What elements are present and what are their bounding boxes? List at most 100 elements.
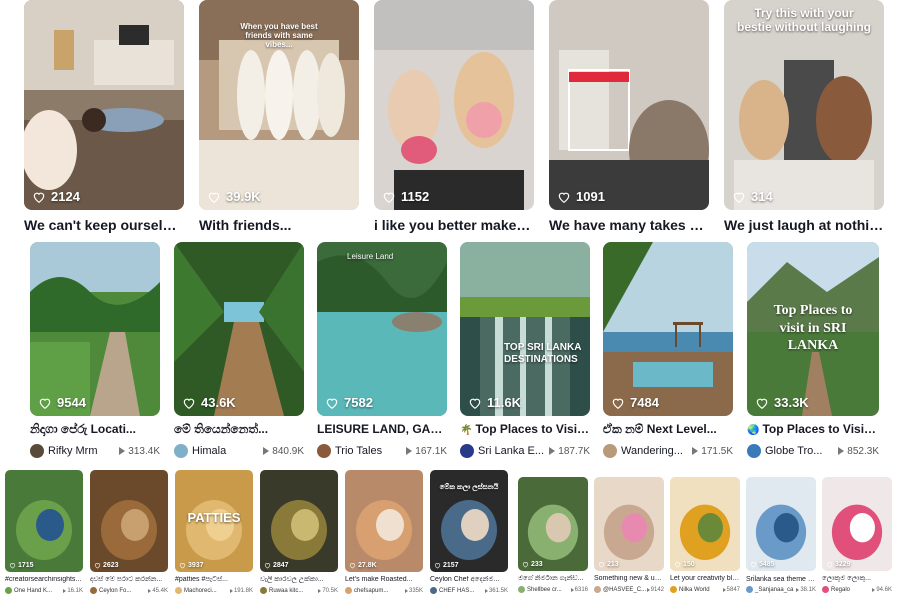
video-card[interactable]: 43.6K මේ තියෙන්නෙත්... Himala 840.9K (174, 242, 304, 462)
video-thumbnail[interactable]: 2623 (90, 470, 168, 572)
author-name[interactable]: Globe Tro... (765, 445, 822, 457)
video-caption[interactable]: මගේ නිර්මාන ගැන්ඩ්... (518, 575, 588, 583)
video-card[interactable]: මේක කලා ලස්සනයි 2157 Ceylon Chef අදෙන්ම...… (430, 470, 508, 598)
author-name[interactable]: @HASVEE_C... (603, 587, 646, 593)
author-name[interactable]: Nilka World (679, 587, 710, 593)
video-card[interactable]: 1152 i like you better makeu... (374, 0, 534, 240)
author-name[interactable]: One Hand K... (14, 588, 52, 594)
video-thumbnail[interactable]: 43.6K (174, 242, 304, 416)
video-caption[interactable]: #patties #පැටිස්... (175, 576, 253, 584)
video-caption[interactable]: #creatorsearchinsights... (5, 576, 83, 583)
video-caption[interactable]: මේ තියෙන්නෙත්... (174, 422, 304, 437)
author-name[interactable]: Machoreci... (184, 588, 217, 594)
video-thumbnail[interactable]: Leisure Land 7582 (317, 242, 447, 416)
video-caption[interactable]: i like you better makeu... (374, 217, 534, 233)
video-card[interactable]: When you have best friends with same vib… (199, 0, 359, 240)
video-card[interactable]: 2847 වැලි කාරවල උක්කා... Ruwaa kitc... 70.5… (260, 470, 338, 598)
video-thumbnail[interactable]: When you have best friends with same vib… (199, 0, 359, 210)
avatar[interactable] (518, 586, 525, 593)
video-card[interactable]: 150 Let your creativity bloo... Nilka Worl… (670, 477, 740, 597)
video-card[interactable]: 233 මගේ නිර්මාන ගැන්ඩ්... Shellbee cr... 63… (518, 477, 588, 597)
video-card[interactable]: PATTIES 3937 #patties #පැටිස්... Machoreci.… (175, 470, 253, 598)
author-row[interactable]: Nilka World 5847 (670, 586, 740, 593)
video-thumbnail[interactable]: 1152 (374, 0, 534, 210)
author-name[interactable]: Ruwaa kitc... (269, 588, 303, 594)
video-caption[interactable]: LEISURE LAND, GALLE... (317, 422, 447, 436)
video-card[interactable]: 1091 We have many takes of... (549, 0, 709, 240)
video-card[interactable]: Top Places to visit in SRI LANKA 33.3K 🌏… (747, 242, 879, 462)
author-name[interactable]: Himala (192, 445, 226, 457)
video-card[interactable]: 9544 නිදාගා පේරු Locati... Rifky Mrm 313… (30, 242, 160, 462)
avatar[interactable] (5, 587, 12, 594)
video-caption[interactable]: ලොකුම ලොකු... (822, 575, 892, 583)
video-caption[interactable]: 🌏 Top Places to Visit i... (747, 422, 879, 436)
avatar[interactable] (747, 444, 761, 458)
author-row[interactable]: Himala 840.9K (174, 444, 304, 458)
video-card[interactable]: 2623 දවස් මේ පරාට කරන්න... Ceylon Fo... 45.… (90, 470, 168, 598)
avatar[interactable] (746, 586, 753, 593)
video-card[interactable]: TOP SRI LANKA DESTINATIONS 11.6K 🌴 Top Pl… (460, 242, 590, 462)
author-row[interactable]: chefsapum... 335K (345, 587, 423, 594)
video-thumbnail[interactable]: 5485 (746, 477, 816, 571)
video-thumbnail[interactable]: Try this with your bestie without laughi… (724, 0, 884, 210)
author-row[interactable]: Machoreci... 191.8K (175, 587, 253, 594)
author-name[interactable]: Wandering... (621, 445, 683, 457)
author-row[interactable]: Rifky Mrm 313.4K (30, 444, 160, 458)
author-row[interactable]: Ceylon Fo... 45.4K (90, 587, 168, 594)
author-row[interactable]: Wandering... 171.5K (603, 444, 733, 458)
video-caption[interactable]: දවස් මේ පරාට කරන්න... (90, 576, 168, 584)
video-caption[interactable]: Something new & uniq... (594, 575, 664, 582)
video-caption[interactable]: වැලි කාරවල උක්කා... (260, 576, 338, 584)
video-card[interactable]: 1715 #creatorsearchinsights... One Hand K.… (5, 470, 83, 598)
author-name[interactable]: Regalo (831, 587, 850, 593)
author-name[interactable]: Sri Lanka E... (478, 445, 544, 457)
author-name[interactable]: _Sanjanaa_ca (755, 587, 793, 593)
video-thumbnail[interactable]: TOP SRI LANKA DESTINATIONS 11.6K (460, 242, 590, 416)
video-thumbnail[interactable]: 9544 (30, 242, 160, 416)
video-card[interactable]: 213 Something new & uniq... @HASVEE_C... 91… (594, 477, 664, 597)
author-name[interactable]: CHEF HAS... (439, 588, 474, 594)
video-thumbnail[interactable]: 1715 (5, 470, 83, 572)
avatar[interactable] (30, 444, 44, 458)
video-thumbnail[interactable]: 1091 (549, 0, 709, 210)
video-thumbnail[interactable]: 7484 (603, 242, 733, 416)
author-row[interactable]: @HASVEE_C... 9142 (594, 586, 664, 593)
author-name[interactable]: Trio Tales (335, 445, 382, 457)
avatar[interactable] (174, 444, 188, 458)
avatar[interactable] (260, 587, 267, 594)
avatar[interactable] (594, 586, 601, 593)
video-thumbnail[interactable]: 27.8K (345, 470, 423, 572)
avatar[interactable] (175, 587, 182, 594)
video-card[interactable]: 27.8K Let's make Roasted... chefsapum... 33… (345, 470, 423, 598)
video-caption[interactable]: We just laugh at nothin... (724, 217, 884, 233)
author-row[interactable]: Ruwaa kitc... 70.5K (260, 587, 338, 594)
avatar[interactable] (460, 444, 474, 458)
video-caption[interactable]: Let's make Roasted... (345, 576, 423, 583)
avatar[interactable] (345, 587, 352, 594)
video-caption[interactable]: Ceylon Chef අදෙන්ම... (430, 576, 508, 584)
avatar[interactable] (430, 587, 437, 594)
avatar[interactable] (317, 444, 331, 458)
author-row[interactable]: Sri Lanka E... 187.7K (460, 444, 590, 458)
avatar[interactable] (603, 444, 617, 458)
video-card[interactable]: 3229 ලොකුම ලොකු... Regalo 94.6K (822, 477, 892, 597)
author-row[interactable]: Shellbee cr... 6316 (518, 586, 588, 593)
video-caption[interactable]: With friends... (199, 217, 359, 233)
avatar[interactable] (90, 587, 97, 594)
video-card[interactable]: 5485 Srilanka sea theme 🌊... _Sanjanaa_ca 3… (746, 477, 816, 597)
avatar[interactable] (670, 586, 677, 593)
video-caption[interactable]: We can't keep ourselve... (24, 217, 184, 233)
video-thumbnail[interactable]: 213 (594, 477, 664, 571)
video-caption[interactable]: We have many takes of... (549, 217, 709, 233)
video-card[interactable]: 2124 We can't keep ourselve... (24, 0, 184, 240)
video-caption[interactable]: ඒක නම් Next Level... (603, 422, 733, 437)
video-thumbnail[interactable]: PATTIES 3937 (175, 470, 253, 572)
video-thumbnail[interactable]: 150 (670, 477, 740, 571)
video-card[interactable]: 7484 ඒක නම් Next Level... Wandering... 1… (603, 242, 733, 462)
video-caption[interactable]: Srilanka sea theme 🌊... (746, 575, 816, 583)
video-caption[interactable]: 🌴 Top Places to Visit i... (460, 422, 590, 436)
video-thumbnail[interactable]: 2124 (24, 0, 184, 210)
video-thumbnail[interactable]: 2847 (260, 470, 338, 572)
video-thumbnail[interactable]: Top Places to visit in SRI LANKA 33.3K (747, 242, 879, 416)
video-thumbnail[interactable]: 233 (518, 477, 588, 571)
